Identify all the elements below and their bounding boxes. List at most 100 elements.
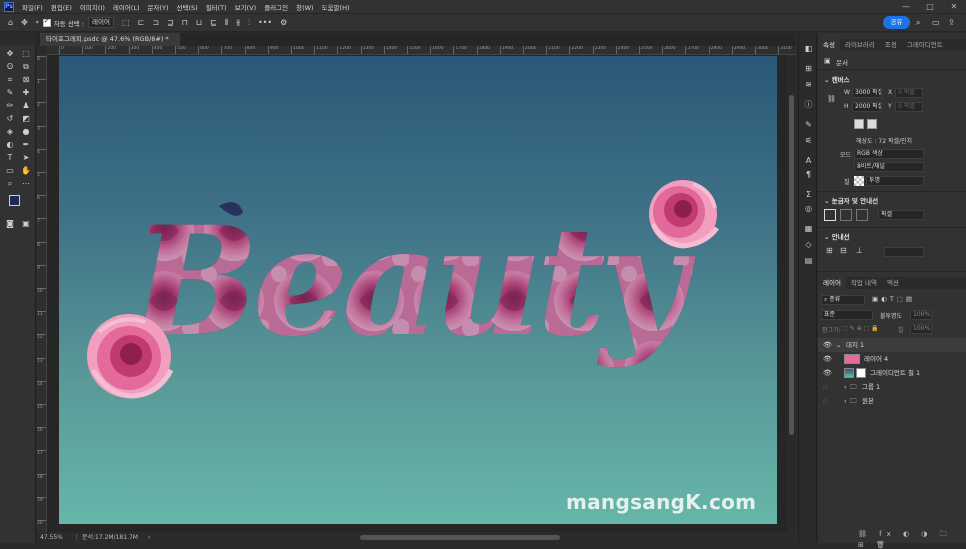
rectangle-tool-icon[interactable]: ▭ bbox=[3, 164, 17, 177]
search-icon[interactable]: ⌕ bbox=[916, 18, 920, 28]
swatches-panel-icon[interactable]: ⊞ bbox=[802, 63, 815, 75]
width-field[interactable]: 3000 픽셀 bbox=[852, 88, 882, 98]
layer-fill-field[interactable]: 100% bbox=[910, 324, 932, 334]
move-tool-icon[interactable]: ✥ bbox=[21, 18, 28, 27]
transform-controls-icon[interactable]: ⬚ bbox=[122, 18, 130, 27]
layer-row-original[interactable]: ▫ › 🗀 원본 bbox=[818, 394, 966, 408]
chevron-right-icon[interactable]: › bbox=[844, 380, 847, 394]
paths-panel-icon[interactable]: ◇ bbox=[802, 239, 815, 251]
more-options-icon[interactable]: ••• bbox=[258, 18, 272, 27]
minimize-button[interactable]: — bbox=[894, 0, 918, 13]
distribute-left-icon[interactable]: ⫴ bbox=[225, 18, 228, 28]
link-icon[interactable]: ⛓ bbox=[827, 95, 836, 103]
hand-tool-icon[interactable]: ✋ bbox=[19, 164, 33, 177]
move-tool-icon[interactable]: ✥ bbox=[3, 47, 17, 60]
blend-mode-dropdown[interactable]: 표준 bbox=[821, 310, 873, 320]
artboard-tool-icon[interactable]: ⬚ bbox=[19, 47, 33, 60]
guides-section-header[interactable]: ⌄ 안내선 bbox=[824, 231, 850, 241]
distribute-center-icon[interactable]: ⫵ bbox=[236, 18, 240, 28]
auto-select-dropdown[interactable]: 레이어 bbox=[88, 17, 114, 28]
stamp-tool-icon[interactable]: ♟ bbox=[19, 99, 33, 112]
document-tab[interactable]: 타이포그래피.psdc @ 47.6% (RGB/8#) * ✕ bbox=[40, 33, 180, 56]
vertical-scrollbar[interactable] bbox=[787, 55, 796, 532]
eye-icon[interactable]: 👁 bbox=[823, 352, 832, 366]
guide-clear-icon[interactable]: ⊟ bbox=[840, 246, 847, 255]
menu-filter[interactable]: 필터(T) bbox=[202, 2, 231, 12]
vertical-scroll-thumb[interactable] bbox=[789, 95, 794, 435]
eye-hidden-icon[interactable]: ▫ bbox=[823, 380, 828, 394]
menu-view[interactable]: 보기(V) bbox=[231, 2, 260, 12]
tab-gradients[interactable]: 그레이디언트 bbox=[902, 39, 948, 51]
gear-icon[interactable]: ⚙ bbox=[280, 18, 287, 27]
paragraph-panel-icon[interactable]: ¶ bbox=[802, 169, 815, 181]
healing-brush-icon[interactable]: ✚ bbox=[19, 86, 33, 99]
layer-kind-filter[interactable]: ⌕ 종류 bbox=[821, 295, 865, 305]
auto-select-checkbox[interactable] bbox=[42, 17, 51, 27]
guides-toggle-icon[interactable] bbox=[856, 209, 868, 221]
ruler-unit-dropdown[interactable]: 픽셀 bbox=[878, 210, 924, 220]
pen-tool-icon[interactable]: ✒ bbox=[19, 138, 33, 151]
status-arrow[interactable]: › bbox=[148, 532, 150, 543]
chevron-down-icon[interactable]: ⌄ bbox=[836, 338, 841, 352]
bit-depth-dropdown[interactable]: 8비트/채널 bbox=[854, 162, 924, 172]
menu-type[interactable]: 문자(Y) bbox=[144, 2, 173, 12]
close-window-button[interactable]: ✕ bbox=[942, 0, 966, 13]
x-field[interactable]: 0 픽셀 bbox=[895, 88, 923, 98]
portrait-orientation-icon[interactable] bbox=[854, 119, 864, 129]
dodge-tool-icon[interactable]: ◐ bbox=[3, 138, 17, 151]
object-select-tool-icon[interactable]: ⧉ bbox=[19, 60, 33, 73]
menu-file[interactable]: 파일(F) bbox=[18, 2, 47, 12]
menu-select[interactable]: 선택(S) bbox=[173, 2, 202, 12]
tab-libraries[interactable]: 라이브러리 bbox=[840, 39, 880, 51]
color-panel-icon[interactable]: ◧ bbox=[802, 43, 815, 55]
layer-row-gradient-fill[interactable]: 👁 그레이디언트 칠 1 bbox=[818, 366, 966, 380]
share-button[interactable]: 공유 bbox=[883, 16, 910, 29]
canvas-section-header[interactable]: ⌄ 캔버스 bbox=[824, 74, 850, 84]
layer-comps-icon[interactable]: ▤ bbox=[802, 255, 815, 267]
tab-history[interactable]: 작업 내역 bbox=[846, 277, 882, 289]
styles-panel-icon[interactable]: ◎ bbox=[802, 203, 815, 215]
eye-icon[interactable]: 👁 bbox=[823, 366, 832, 380]
align-left-icon[interactable]: ⊏ bbox=[138, 18, 145, 27]
quick-mask-icon[interactable]: ◙ bbox=[3, 217, 17, 230]
align-right-icon[interactable]: ⊒ bbox=[167, 18, 174, 27]
maximize-button[interactable]: □ bbox=[918, 0, 942, 13]
share-icon[interactable]: ⇪ bbox=[948, 18, 955, 27]
fill-dropdown[interactable]: 투명 bbox=[866, 176, 924, 186]
layer-row-group1[interactable]: ▫ › 🗀 그룹 1 bbox=[818, 380, 966, 394]
landscape-orientation-icon[interactable] bbox=[867, 119, 877, 129]
brush-tool-icon[interactable]: ✏ bbox=[3, 99, 17, 112]
menu-plugins[interactable]: 플러그인 bbox=[260, 2, 292, 12]
guide-style-dropdown[interactable] bbox=[884, 247, 924, 257]
more-tools-icon[interactable]: ⋯ bbox=[19, 177, 33, 190]
layer-row-artboard[interactable]: 👁 ⌄ 대지 1 bbox=[818, 338, 966, 352]
foreground-color-swatch[interactable] bbox=[9, 195, 20, 206]
blur-tool-icon[interactable]: ● bbox=[19, 125, 33, 138]
screen-mode-icon[interactable]: ▣ bbox=[19, 217, 33, 230]
glyphs-panel-icon[interactable]: Ʃ bbox=[802, 189, 815, 201]
grid-toggle-icon[interactable] bbox=[840, 209, 852, 221]
lock-icons[interactable]: ⬚✎⊕⬚🔒 bbox=[842, 325, 881, 332]
guide-add-icon[interactable]: ⊞ bbox=[826, 246, 833, 255]
distribute-right-icon[interactable]: ⫶ bbox=[248, 18, 250, 28]
y-field[interactable]: 0 픽셀 bbox=[895, 102, 923, 112]
align-bottom-icon[interactable]: ⊑ bbox=[210, 18, 217, 27]
zoom-tool-icon[interactable]: ⌕ bbox=[3, 177, 17, 190]
path-select-icon[interactable]: ➤ bbox=[19, 151, 33, 164]
paint-bucket-icon[interactable]: ◈ bbox=[3, 125, 17, 138]
mode-dropdown[interactable]: RGB 색상 bbox=[854, 149, 924, 159]
brush-panel-icon[interactable]: ✎ bbox=[802, 119, 815, 131]
align-hcenter-icon[interactable]: ⊐ bbox=[152, 18, 159, 27]
ruler-toggle-icon[interactable] bbox=[824, 209, 836, 221]
type-tool-icon[interactable]: T bbox=[3, 151, 17, 164]
patterns-panel-icon[interactable]: ≋ bbox=[802, 79, 815, 91]
menu-help[interactable]: 도움말(H) bbox=[318, 2, 354, 12]
canvas[interactable]: Beauty Beauty bbox=[59, 56, 777, 524]
tab-adjustments[interactable]: 조정 bbox=[880, 39, 902, 51]
menu-image[interactable]: 이미지(I) bbox=[76, 2, 109, 12]
crop-tool-icon[interactable]: ⌗ bbox=[3, 73, 17, 86]
layer-footer-icons[interactable]: ⛓ fx ◐ ◑ 🗀 ⊞ 🗑 bbox=[858, 530, 966, 549]
menu-edit[interactable]: 편집(E) bbox=[47, 2, 76, 12]
eraser-tool-icon[interactable]: ◩ bbox=[19, 112, 33, 125]
chevron-down-icon[interactable]: ▾ bbox=[36, 19, 39, 26]
